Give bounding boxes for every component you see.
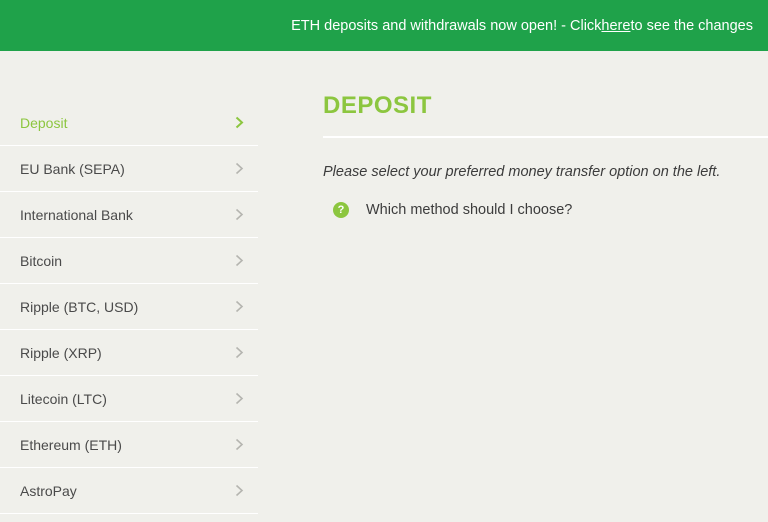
sidebar-item-ripple-xrp[interactable]: Ripple (XRP) bbox=[0, 330, 258, 376]
announcement-banner: ETH deposits and withdrawals now open! -… bbox=[0, 0, 768, 51]
chevron-right-icon bbox=[232, 208, 246, 222]
chevron-right-icon bbox=[232, 346, 246, 360]
sidebar-item-litecoin-ltc[interactable]: Litecoin (LTC) bbox=[0, 376, 258, 422]
page-title: DEPOSIT bbox=[323, 92, 768, 138]
chevron-right-icon bbox=[232, 300, 246, 314]
sidebar-item-label: International Bank bbox=[20, 206, 133, 223]
sidebar-item-international-bank[interactable]: International Bank bbox=[0, 192, 258, 238]
chevron-right-icon bbox=[232, 254, 246, 268]
sidebar-item-astropay[interactable]: AstroPay bbox=[0, 468, 258, 514]
sidebar-item-label: EU Bank (SEPA) bbox=[20, 160, 125, 177]
chevron-right-icon bbox=[232, 484, 246, 498]
deposit-content: DEPOSIT Please select your preferred mon… bbox=[323, 92, 768, 218]
banner-text-after: to see the changes bbox=[630, 17, 753, 34]
sidebar-item-label: Bitcoin bbox=[20, 252, 63, 269]
question-icon: ? bbox=[333, 202, 349, 218]
method-help-link[interactable]: ? Which method should I choose? bbox=[333, 202, 768, 218]
sidebar-item-label: Deposit bbox=[20, 114, 68, 131]
sidebar-item-eu-bank-sepa[interactable]: EU Bank (SEPA) bbox=[0, 146, 258, 192]
chevron-right-icon bbox=[232, 162, 246, 176]
chevron-right-icon bbox=[232, 392, 246, 406]
chevron-right-icon bbox=[232, 116, 246, 130]
sidebar-item-label: Ethereum (ETH) bbox=[20, 436, 122, 453]
sidebar-item-deposit[interactable]: Deposit bbox=[0, 100, 258, 146]
method-help-label: Which method should I choose? bbox=[366, 202, 573, 218]
sidebar-item-label: Ripple (XRP) bbox=[20, 344, 102, 361]
deposit-instructions: Please select your preferred money trans… bbox=[323, 164, 721, 180]
sidebar-item-ripple-btc-usd[interactable]: Ripple (BTC, USD) bbox=[0, 284, 258, 330]
sidebar-item-bitcoin[interactable]: Bitcoin bbox=[0, 238, 258, 284]
banner-text-before: ETH deposits and withdrawals now open! -… bbox=[291, 17, 602, 34]
chevron-right-icon bbox=[232, 438, 246, 452]
sidebar-item-label: Ripple (BTC, USD) bbox=[20, 298, 139, 315]
banner-here-link[interactable]: here bbox=[601, 18, 630, 34]
sidebar-item-label: AstroPay bbox=[20, 482, 77, 499]
sidebar-item-ethereum-eth[interactable]: Ethereum (ETH) bbox=[0, 422, 258, 468]
sidebar-item-label: Litecoin (LTC) bbox=[20, 390, 107, 407]
deposit-method-sidebar: Deposit EU Bank (SEPA) International Ban… bbox=[0, 100, 258, 514]
